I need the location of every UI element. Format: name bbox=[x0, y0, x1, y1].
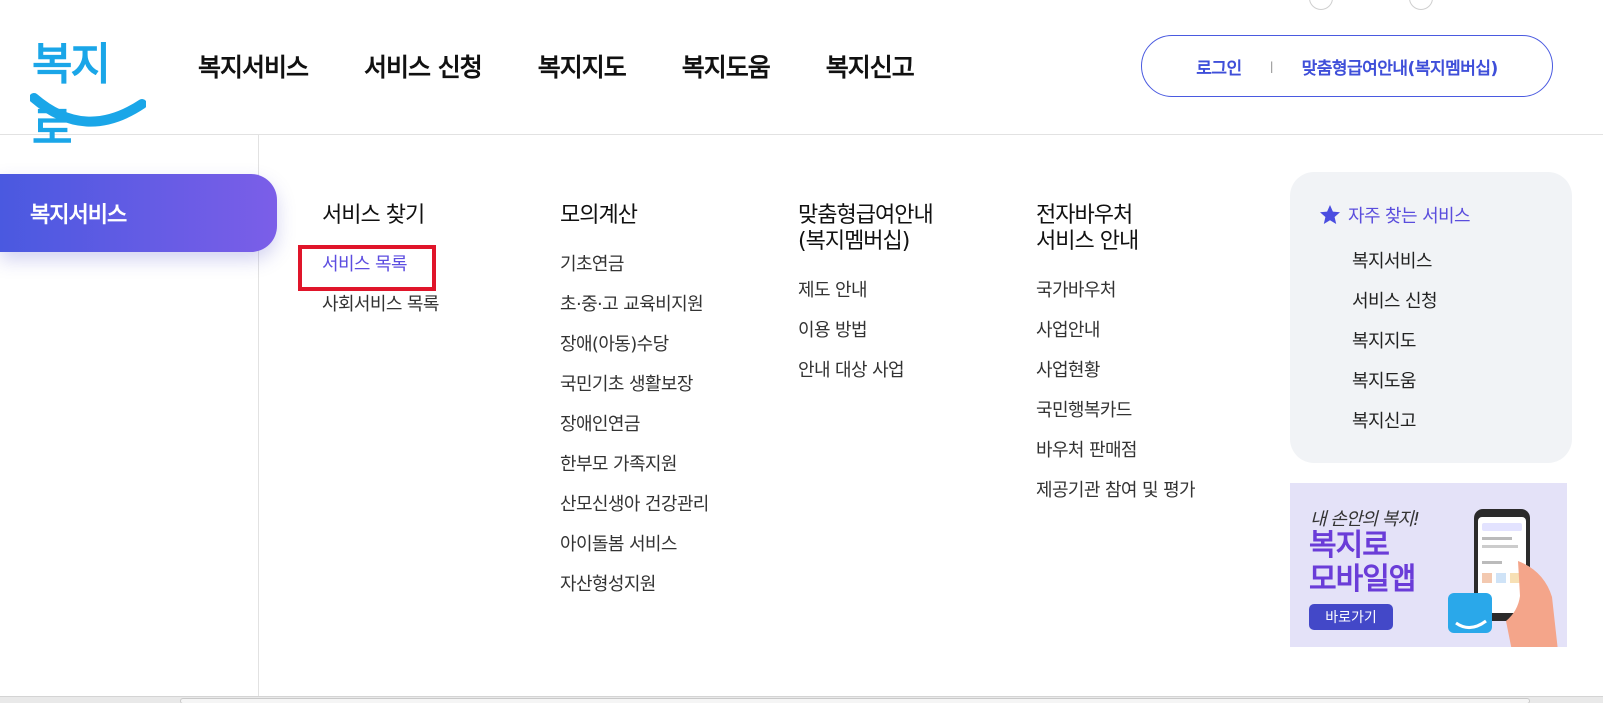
menu-item[interactable]: 국민기초 생활보장 bbox=[560, 365, 709, 405]
favorite-item[interactable]: 복지지도 bbox=[1352, 322, 1437, 362]
favorite-item[interactable]: 복지도움 bbox=[1352, 362, 1437, 402]
menu-item[interactable]: 제도 안내 bbox=[798, 271, 933, 311]
menu-list: 서비스 목록 사회서비스 목록 bbox=[298, 245, 439, 325]
star-icon bbox=[1320, 205, 1340, 224]
favorite-services-label: 자주 찾는 서비스 bbox=[1348, 206, 1471, 227]
favorite-services-box: 자주 찾는 서비스 복지서비스 서비스 신청 복지지도 복지도움 복지신고 bbox=[1290, 172, 1572, 463]
membership-link[interactable]: 맞춤형급여안내(복지멤버십) bbox=[1302, 54, 1499, 79]
utility-circle-icon[interactable] bbox=[1309, 0, 1333, 10]
favorite-item[interactable]: 복지서비스 bbox=[1352, 242, 1437, 282]
menu-item[interactable]: 한부모 가족지원 bbox=[560, 445, 709, 485]
menu-list: 기초연금 초·중·고 교육비지원 장애(아동)수당 국민기초 생활보장 장애인연… bbox=[560, 245, 709, 605]
menu-item[interactable]: 기초연금 bbox=[560, 245, 709, 285]
favorite-item[interactable]: 복지신고 bbox=[1352, 402, 1437, 442]
user-menu-separator: ㅣ bbox=[1265, 60, 1278, 76]
logo-smile-icon bbox=[30, 93, 146, 127]
favorite-item[interactable]: 서비스 신청 bbox=[1352, 282, 1438, 322]
highlight-box bbox=[298, 245, 436, 291]
menu-column-title: 서비스 찾기 bbox=[322, 203, 425, 228]
menu-list: 국가바우처 사업안내 사업현황 국민행복카드 바우처 판매점 제공기관 참여 및… bbox=[1036, 271, 1196, 511]
menu-item[interactable]: 장애(아동)수당 bbox=[560, 325, 709, 365]
menu-item[interactable]: 안내 대상 사업 bbox=[798, 351, 933, 391]
utility-circle-icon[interactable] bbox=[1409, 0, 1433, 10]
phone-hand-illustration-icon bbox=[1448, 509, 1558, 647]
main-navigation: 복지서비스 서비스 신청 복지지도 복지도움 복지신고 bbox=[198, 48, 970, 84]
scrollbar-thumb[interactable] bbox=[180, 698, 1530, 703]
menu-column-service-search: 서비스 찾기 서비스 목록 사회서비스 목록 bbox=[298, 203, 439, 325]
menu-column-title: 맞춤형급여안내 (복지멤버십) bbox=[798, 203, 934, 254]
menu-column-mock-calc: 모의계산 기초연금 초·중·고 교육비지원 장애(아동)수당 국민기초 생활보장… bbox=[560, 203, 709, 605]
gnb-welfare-report[interactable]: 복지신고 bbox=[826, 48, 915, 84]
menu-column-membership: 맞춤형급여안내 (복지멤버십) 제도 안내 이용 방법 안내 대상 사업 bbox=[798, 203, 934, 391]
favorite-services-title: 자주 찾는 서비스 bbox=[1318, 202, 1471, 228]
menu-item[interactable]: 산모신생아 건강관리 bbox=[560, 485, 709, 525]
user-menu-box: 로그인 ㅣ 맞춤형급여안내(복지멤버십) bbox=[1141, 35, 1553, 97]
site-header: 복지로 복지서비스 서비스 신청 복지지도 복지도움 복지신고 로그인 ㅣ 맞춤… bbox=[0, 0, 1603, 154]
menu-column-title: 전자바우처 서비스 안내 bbox=[1036, 203, 1139, 254]
menu-item[interactable]: 바우처 판매점 bbox=[1036, 431, 1195, 471]
banner-go-button[interactable]: 바로가기 bbox=[1309, 604, 1393, 630]
menu-item[interactable]: 초·중·고 교육비지원 bbox=[560, 285, 709, 325]
favorite-services-list: 복지서비스 서비스 신청 복지지도 복지도움 복지신고 bbox=[1352, 242, 1438, 442]
menu-item[interactable]: 자산형성지원 bbox=[560, 565, 709, 605]
login-link[interactable]: 로그인 bbox=[1196, 54, 1242, 79]
menu-item[interactable]: 사업안내 bbox=[1036, 311, 1195, 351]
gnb-service-apply[interactable]: 서비스 신청 bbox=[364, 48, 483, 84]
menu-item[interactable]: 제공기관 참여 및 평가 bbox=[1036, 471, 1196, 511]
megamenu-side: 복지서비스 bbox=[0, 135, 277, 703]
menu-item[interactable]: 국가바우처 bbox=[1036, 271, 1195, 311]
side-active-category[interactable]: 복지서비스 bbox=[0, 174, 277, 252]
menu-item[interactable]: 국민행복카드 bbox=[1036, 391, 1195, 431]
menu-column-voucher: 전자바우처 서비스 안내 국가바우처 사업안내 사업현황 국민행복카드 바우처 … bbox=[1036, 203, 1196, 511]
menu-item-social-service-list[interactable]: 사회서비스 목록 bbox=[322, 285, 439, 325]
menu-item[interactable]: 장애인연금 bbox=[560, 405, 709, 445]
gnb-welfare-service[interactable]: 복지서비스 bbox=[198, 48, 309, 84]
menu-item[interactable]: 이용 방법 bbox=[798, 311, 933, 351]
menu-item[interactable]: 아이돌봄 서비스 bbox=[560, 525, 709, 565]
banner-headline: 복지로 모바일앱 bbox=[1309, 528, 1416, 597]
top-utility-icons bbox=[1309, 0, 1433, 10]
site-logo[interactable]: 복지로 bbox=[30, 28, 146, 154]
gnb-welfare-help[interactable]: 복지도움 bbox=[682, 48, 771, 84]
menu-list: 제도 안내 이용 방법 안내 대상 사업 bbox=[798, 271, 933, 391]
gnb-welfare-map[interactable]: 복지지도 bbox=[538, 48, 627, 84]
mobile-app-banner[interactable]: 내 손안의 복지! 복지로 모바일앱 바로가기 bbox=[1290, 483, 1567, 647]
menu-item[interactable]: 사업현황 bbox=[1036, 351, 1195, 391]
menu-item-service-list[interactable]: 서비스 목록 bbox=[298, 245, 439, 291]
horizontal-scrollbar[interactable] bbox=[0, 696, 1603, 703]
menu-column-title: 모의계산 bbox=[560, 203, 638, 228]
